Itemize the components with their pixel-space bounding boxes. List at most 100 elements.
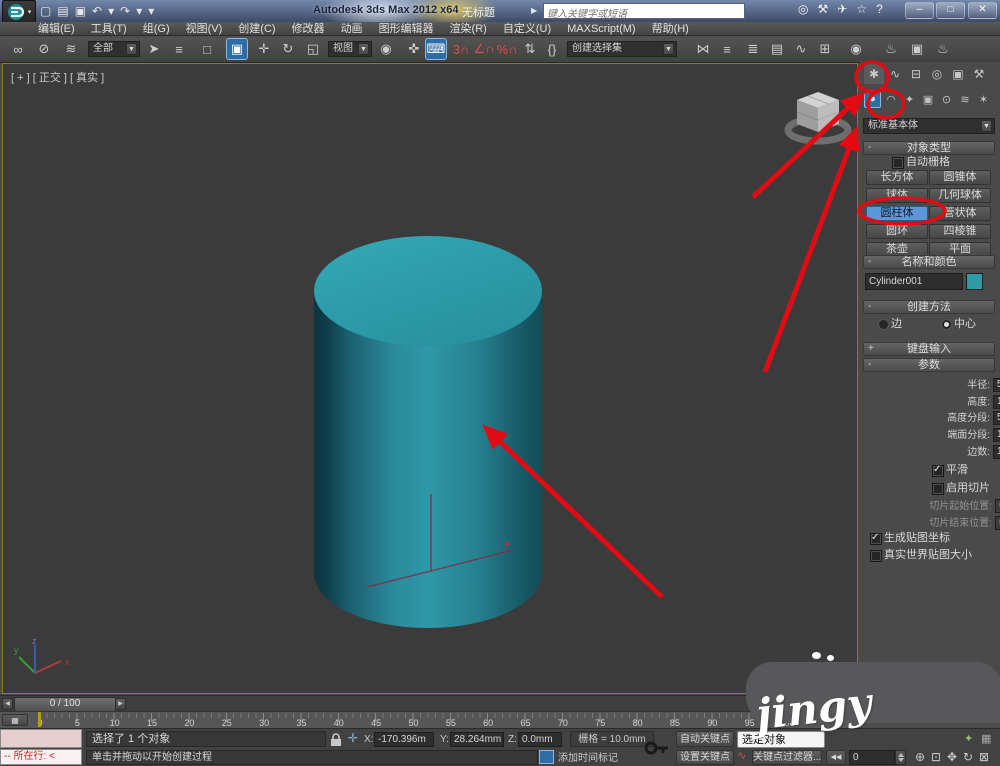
menu-item[interactable]: 组(G)	[135, 22, 178, 36]
viewcube[interactable]	[781, 86, 855, 148]
communication-center-icon[interactable]: ✈	[837, 2, 847, 16]
menu-item[interactable]: 动画	[333, 22, 371, 36]
tab-display[interactable]: ▣	[948, 64, 968, 84]
menu-item[interactable]: 修改器	[284, 22, 333, 36]
select-and-move-icon[interactable]: ✛	[253, 38, 275, 60]
object-name-field[interactable]: Cylinder001	[865, 273, 963, 290]
transport-skip-buttons[interactable]: ◀◀	[826, 750, 846, 765]
select-and-manipulate-icon[interactable]: ✜	[403, 38, 425, 60]
rollout-object-type[interactable]: -对象类型	[863, 141, 995, 155]
select-and-rotate-icon[interactable]: ↻	[277, 38, 299, 60]
parameter-value-field[interactable]: 5	[993, 411, 1000, 425]
rollout-name-color[interactable]: -名称和颜色	[863, 255, 995, 269]
frame-spinner[interactable]	[895, 750, 906, 765]
selection-filter-dropdown[interactable]: ▼ 全部	[88, 41, 140, 57]
viewport[interactable]: [ + ] [ 正交 ] [ 真实 ]	[2, 63, 858, 694]
tab-hierarchy[interactable]: ⊟	[906, 64, 926, 84]
render-production-icon[interactable]: ♨	[932, 38, 954, 60]
isolate-toggle-icon[interactable]	[539, 750, 554, 764]
time-slider-track[interactable]: ◀ 0 / 100 ▶	[0, 695, 858, 711]
subscription-icon[interactable]: ⚒	[817, 2, 828, 16]
maximize-button[interactable]: □	[936, 2, 965, 19]
zoom-icon[interactable]: ⊕	[912, 750, 928, 764]
tab-utilities[interactable]: ⚒	[969, 64, 989, 84]
select-by-name-icon[interactable]: ≡	[168, 38, 190, 60]
object-type-button[interactable]: 四棱锥	[929, 224, 991, 239]
add-time-tag[interactable]: 添加时间标记	[558, 751, 618, 766]
cylinder-object[interactable]	[299, 159, 559, 639]
prev-frame-button[interactable]: ◀	[2, 698, 13, 710]
viewport-label[interactable]: [ + ] [ 正交 ] [ 真实 ]	[11, 69, 104, 85]
selection-lock-icon[interactable]	[329, 732, 343, 747]
pan-icon[interactable]: ✥	[944, 750, 960, 764]
snap-3d-icon[interactable]: 3∩	[450, 38, 472, 60]
maxscript-listener-pink[interactable]	[0, 729, 82, 748]
set-key-mode-icon[interactable]	[645, 735, 669, 761]
graphite-tools-icon[interactable]: ▤	[766, 38, 788, 60]
help-icon[interactable]: ?	[876, 2, 883, 16]
search-icon[interactable]: ◎	[798, 2, 808, 16]
tab-modify[interactable]: ∿	[885, 64, 905, 84]
next-frame-button[interactable]: ▶	[115, 698, 126, 710]
object-type-button[interactable]: 圆柱体	[866, 206, 928, 221]
object-type-button[interactable]: 长方体	[866, 170, 928, 185]
new-file-icon[interactable]: ▢	[40, 4, 51, 18]
autogrid-checkbox[interactable]	[892, 157, 904, 169]
maximize-viewport-icon[interactable]: ⊠	[976, 750, 992, 764]
redo-dropdown-icon[interactable]: ▾	[136, 4, 142, 18]
save-file-icon[interactable]: ▣	[75, 4, 86, 18]
menu-item[interactable]: 渲染(R)	[442, 22, 495, 36]
use-pivot-center-icon[interactable]: ◉	[375, 38, 397, 60]
menu-item[interactable]: 编辑(E)	[30, 22, 83, 36]
menu-item[interactable]: 图形编辑器	[371, 22, 442, 36]
curve-editor-icon[interactable]: ∿	[790, 38, 812, 60]
tab-create[interactable]: ✱	[864, 64, 884, 84]
app-logo-button[interactable]: ▾	[2, 0, 36, 24]
material-editor-icon[interactable]: ◉	[845, 38, 867, 60]
select-object-icon[interactable]: ➤	[143, 38, 165, 60]
subtab-geometry[interactable]: ●	[864, 90, 881, 108]
menu-item[interactable]: 视图(V)	[178, 22, 231, 36]
slice-value-field[interactable]: 0.0	[995, 499, 1000, 513]
subtab-spacewarps[interactable]: ≋	[957, 90, 974, 108]
rollout-keyboard-entry[interactable]: +键盘输入	[863, 342, 995, 356]
undo-dropdown-icon[interactable]: ▾	[108, 4, 114, 18]
infocenter-expand-icon[interactable]: ▶	[531, 6, 537, 15]
creation-edge-radio[interactable]	[878, 319, 889, 330]
menu-item[interactable]: MAXScript(M)	[559, 22, 643, 36]
open-file-icon[interactable]: ▤	[57, 4, 68, 18]
key-filter-curve-icon[interactable]: ∿	[737, 749, 746, 762]
track-bar[interactable]: ▦ 05101520253035404550556065707580859095…	[0, 711, 858, 728]
redo-icon[interactable]: ↷	[120, 4, 130, 18]
slice-value-field[interactable]: 0.0	[995, 516, 1000, 530]
object-type-button[interactable]: 球体	[866, 188, 928, 203]
subtab-shapes[interactable]: ◠	[883, 90, 900, 108]
select-and-scale-icon[interactable]: ◱	[302, 38, 324, 60]
minimize-button[interactable]: –	[905, 2, 934, 19]
object-type-button[interactable]: 几何球体	[929, 188, 991, 203]
keyboard-override-icon[interactable]: ⌨	[425, 38, 447, 60]
absolute-mode-toggle-icon[interactable]: ✛	[348, 731, 358, 745]
primitive-category-dropdown[interactable]: ▼ 标准基本体	[863, 118, 995, 134]
bind-to-space-warp-icon[interactable]: ≋	[60, 38, 82, 60]
current-frame-field[interactable]: 0	[849, 750, 895, 765]
status-misc-icon-2[interactable]: ▦	[981, 732, 991, 745]
menu-item[interactable]: 创建(C)	[230, 22, 283, 36]
parameter-value-field[interactable]: 18	[993, 445, 1000, 459]
zoom-region-icon[interactable]: ⊡	[928, 750, 944, 764]
enable-slice-checkbox[interactable]	[932, 483, 944, 495]
rollout-creation-method[interactable]: -创建方法	[863, 300, 995, 314]
mirror-icon[interactable]: ⋈	[692, 38, 714, 60]
undo-icon[interactable]: ↶	[92, 4, 102, 18]
key-filters-button[interactable]: 关键点过滤器...	[752, 750, 822, 765]
rollout-parameters[interactable]: -参数	[863, 358, 995, 372]
auto-key-button[interactable]: 自动关键点	[676, 731, 734, 747]
edit-named-sets-icon[interactable]: {}	[541, 38, 563, 60]
percent-snap-icon[interactable]: %∩	[496, 38, 518, 60]
align-icon[interactable]: ≡	[716, 38, 738, 60]
coord-x-field[interactable]: -170.396m	[374, 732, 434, 747]
select-and-link-icon[interactable]: ∞	[7, 38, 29, 60]
coord-z-field[interactable]: 0.0mm	[518, 732, 562, 747]
tab-motion[interactable]: ◎	[927, 64, 947, 84]
angle-snap-icon[interactable]: ∠∩	[473, 38, 495, 60]
